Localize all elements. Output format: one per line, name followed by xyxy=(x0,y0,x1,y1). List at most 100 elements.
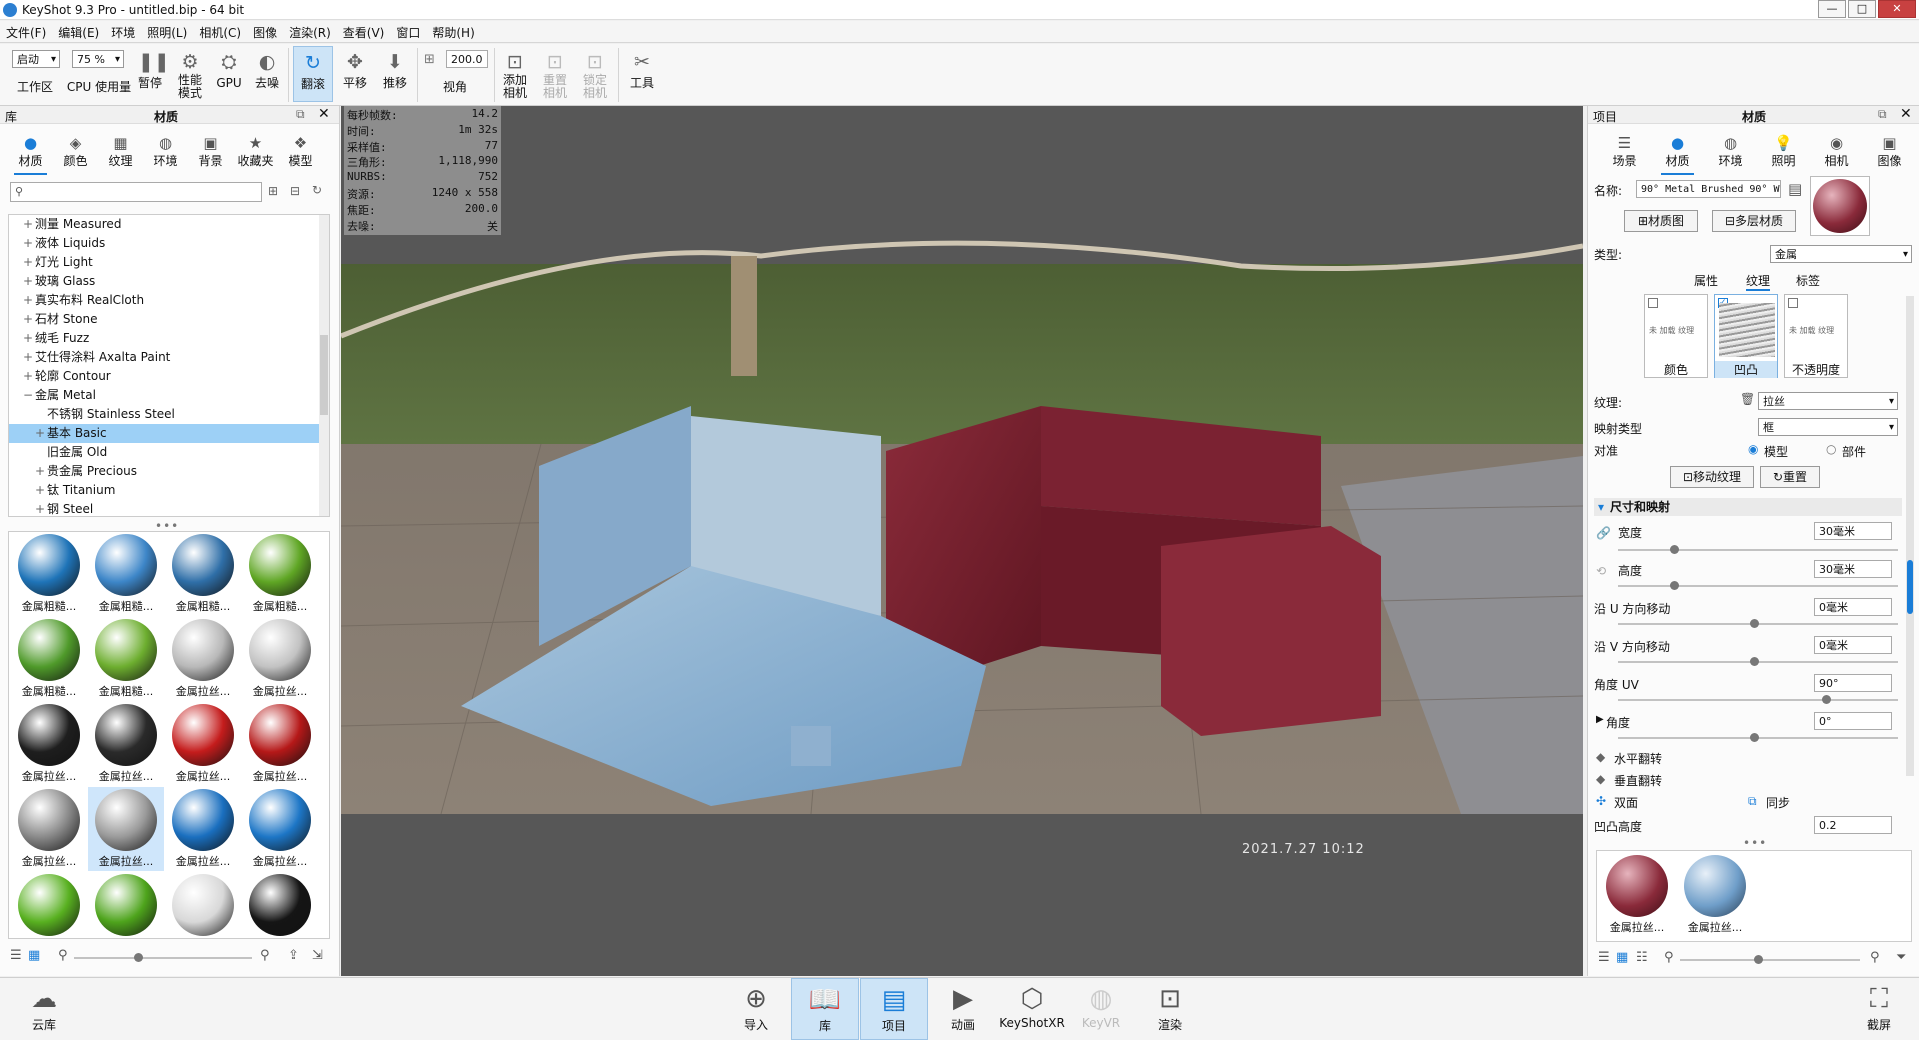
slider-knob[interactable] xyxy=(1750,733,1759,742)
minimize-button[interactable]: — xyxy=(1818,0,1846,18)
angle-uv-slider[interactable] xyxy=(1618,695,1898,704)
tab-textures[interactable]: ▦ 纹理 xyxy=(98,132,143,169)
swatch-item[interactable]: 金属拉丝... xyxy=(1677,853,1753,937)
sync-label[interactable]: 同步 xyxy=(1766,794,1790,811)
subtab-labels[interactable]: 标签 xyxy=(1796,272,1820,289)
zoom-out-icon[interactable]: ⚲ xyxy=(58,948,68,970)
material-thumbnail[interactable]: 金属粗糙... xyxy=(165,532,241,616)
tree-item[interactable]: + 玻璃 Glass xyxy=(9,272,329,291)
cpu-usage-select[interactable]: 75 % xyxy=(72,50,124,68)
grid-view-icon[interactable]: ▦ xyxy=(1616,950,1628,972)
radio-model-selected[interactable]: ◉ xyxy=(1748,442,1758,456)
material-graph-button[interactable]: ⊞材质图 xyxy=(1624,210,1698,232)
material-thumbnail[interactable]: 金属拉丝... xyxy=(242,787,318,871)
material-thumbnail[interactable]: 金属抛光... xyxy=(165,872,241,938)
tree-item[interactable]: − 金属 Metal xyxy=(9,386,329,405)
expand-icon[interactable]: + xyxy=(35,500,47,516)
material-thumbnail[interactable]: 金属拉丝... xyxy=(165,617,241,701)
menu-file[interactable]: 文件(F) xyxy=(0,21,52,41)
maximize-button[interactable]: □ xyxy=(1848,0,1876,18)
tree-item[interactable]: + 灯光 Light xyxy=(9,253,329,272)
tree-item[interactable]: 旧金属 Old xyxy=(9,443,329,462)
swatch-item[interactable]: 金属拉丝... xyxy=(1599,853,1675,937)
lock-camera-button[interactable]: ⊡ 锁定 相机 xyxy=(578,46,612,102)
upload-icon[interactable]: ⇪ xyxy=(288,948,299,970)
close-panel-icon[interactable]: ✕ xyxy=(318,106,330,122)
zoom-out-icon[interactable]: ⚲ xyxy=(1664,950,1674,972)
reset-texture-button[interactable]: ↻重置 xyxy=(1760,466,1820,488)
menu-view[interactable]: 查看(V) xyxy=(337,21,391,41)
tab-backplates[interactable]: ▣ 背景 xyxy=(188,132,233,169)
multi-material-button[interactable]: ⊟多层材质 xyxy=(1712,210,1796,232)
material-thumbnail[interactable]: 金属拉丝... xyxy=(165,787,241,871)
undock-icon[interactable]: ⧉ xyxy=(1878,107,1887,122)
material-thumbnail[interactable]: 金属拉丝... xyxy=(88,702,164,786)
workspace-select[interactable]: 启动 xyxy=(12,50,60,68)
bump-height-input[interactable]: 0.2 xyxy=(1814,816,1892,834)
sync-icon[interactable]: ⧉ xyxy=(1748,794,1757,809)
tab-favorites[interactable]: ★ 收藏夹 xyxy=(233,132,278,169)
material-thumbnail[interactable]: 金属粗糙... xyxy=(242,532,318,616)
menu-environment[interactable]: 环境 xyxy=(105,21,141,41)
properties-scrollbar[interactable] xyxy=(1906,296,1914,776)
move-texture-button[interactable]: ⊡移动纹理 xyxy=(1670,466,1754,488)
list-view-icon[interactable]: ☰ xyxy=(10,948,22,970)
expand-icon[interactable]: + xyxy=(23,253,35,272)
tree-item[interactable]: + 艾仕得涂料 Axalta Paint xyxy=(9,348,329,367)
zoom-in-icon[interactable]: ⚲ xyxy=(1870,950,1880,972)
list-view-icon[interactable]: ☰ xyxy=(1598,950,1610,972)
tree-item[interactable]: + 基本 Basic xyxy=(9,424,329,443)
tab-scene[interactable]: ☰ 场景 xyxy=(1602,132,1647,169)
slider-knob[interactable] xyxy=(1822,695,1831,704)
move-v-slider[interactable] xyxy=(1618,657,1898,666)
flip-vertical-icon[interactable]: ◆ xyxy=(1596,772,1605,786)
render-button[interactable]: ⊡ 渲染 xyxy=(1136,978,1204,1040)
slot-checkbox[interactable] xyxy=(1648,298,1658,308)
zoom-in-icon[interactable]: ⚲ xyxy=(260,948,270,970)
thumbnail-size-slider[interactable] xyxy=(1680,955,1860,964)
material-thumbnail[interactable]: 金属拉丝... xyxy=(11,702,87,786)
fov-input[interactable]: 200.0 xyxy=(446,50,488,68)
material-thumbnail[interactable]: 金属粗糙... xyxy=(88,532,164,616)
tab-material[interactable]: ● 材质 xyxy=(1655,132,1700,175)
material-thumbnail[interactable]: 金属拉丝... xyxy=(88,787,164,871)
subtab-properties[interactable]: 属性 xyxy=(1694,272,1718,289)
material-thumbnail[interactable]: 金属拉丝... xyxy=(11,872,87,938)
width-input[interactable]: 30毫米 xyxy=(1814,522,1892,540)
delete-texture-icon[interactable]: 🗑 xyxy=(1740,392,1755,406)
slot-checkbox[interactable] xyxy=(1788,298,1798,308)
menu-help[interactable]: 帮助(H) xyxy=(426,21,480,41)
expand-icon[interactable]: + xyxy=(23,272,35,291)
menu-image[interactable]: 图像 xyxy=(247,21,283,41)
expand-icon[interactable]: + xyxy=(23,348,35,367)
menu-edit[interactable]: 编辑(E) xyxy=(52,21,105,41)
tree-item[interactable]: + 真实布料 RealCloth xyxy=(9,291,329,310)
tab-camera[interactable]: ◉ 相机 xyxy=(1814,132,1859,169)
height-input[interactable]: 30毫米 xyxy=(1814,560,1892,578)
angle-input[interactable]: 0° xyxy=(1814,712,1892,730)
slider-knob[interactable] xyxy=(1670,581,1679,590)
material-thumbnail[interactable]: 金属粗糙... xyxy=(88,617,164,701)
two-sided-icon[interactable]: ✣ xyxy=(1596,794,1606,808)
size-mapping-section[interactable]: ▾ 尺寸和映射 xyxy=(1594,498,1902,516)
save-material-icon[interactable]: ▤ xyxy=(1788,180,1802,198)
tree-item[interactable]: 不锈钢 Stainless Steel xyxy=(9,405,329,424)
tree-item[interactable]: + 贵金属 Precious xyxy=(9,462,329,481)
move-v-input[interactable]: 0毫米 xyxy=(1814,636,1892,654)
tab-models[interactable]: ❖ 模型 xyxy=(278,132,323,169)
two-sided-label[interactable]: 双面 xyxy=(1614,794,1638,811)
tab-lighting[interactable]: 💡 照明 xyxy=(1761,132,1806,169)
performance-mode-button[interactable]: ⚙ 性能 模式 xyxy=(170,46,210,102)
details-view-icon[interactable]: ☷ xyxy=(1636,950,1648,972)
expand-icon[interactable]: + xyxy=(35,481,47,500)
expand-icon[interactable]: + xyxy=(23,310,35,329)
menu-lighting[interactable]: 照明(L) xyxy=(141,21,193,41)
scrollbar-thumb[interactable] xyxy=(1907,560,1913,614)
close-panel-icon[interactable]: ✕ xyxy=(1900,106,1912,122)
filter-icon[interactable]: ⏷ xyxy=(1896,950,1906,972)
texture-slot-color[interactable]: 未 加载 纹理 颜色 xyxy=(1644,294,1708,378)
tumble-button[interactable]: ↻ 翻滚 xyxy=(293,46,333,102)
pan-button[interactable]: ✥ 平移 xyxy=(337,46,373,102)
material-thumbnail[interactable]: 金属抛光... xyxy=(242,872,318,938)
tab-materials[interactable]: ● 材质 xyxy=(8,132,53,175)
